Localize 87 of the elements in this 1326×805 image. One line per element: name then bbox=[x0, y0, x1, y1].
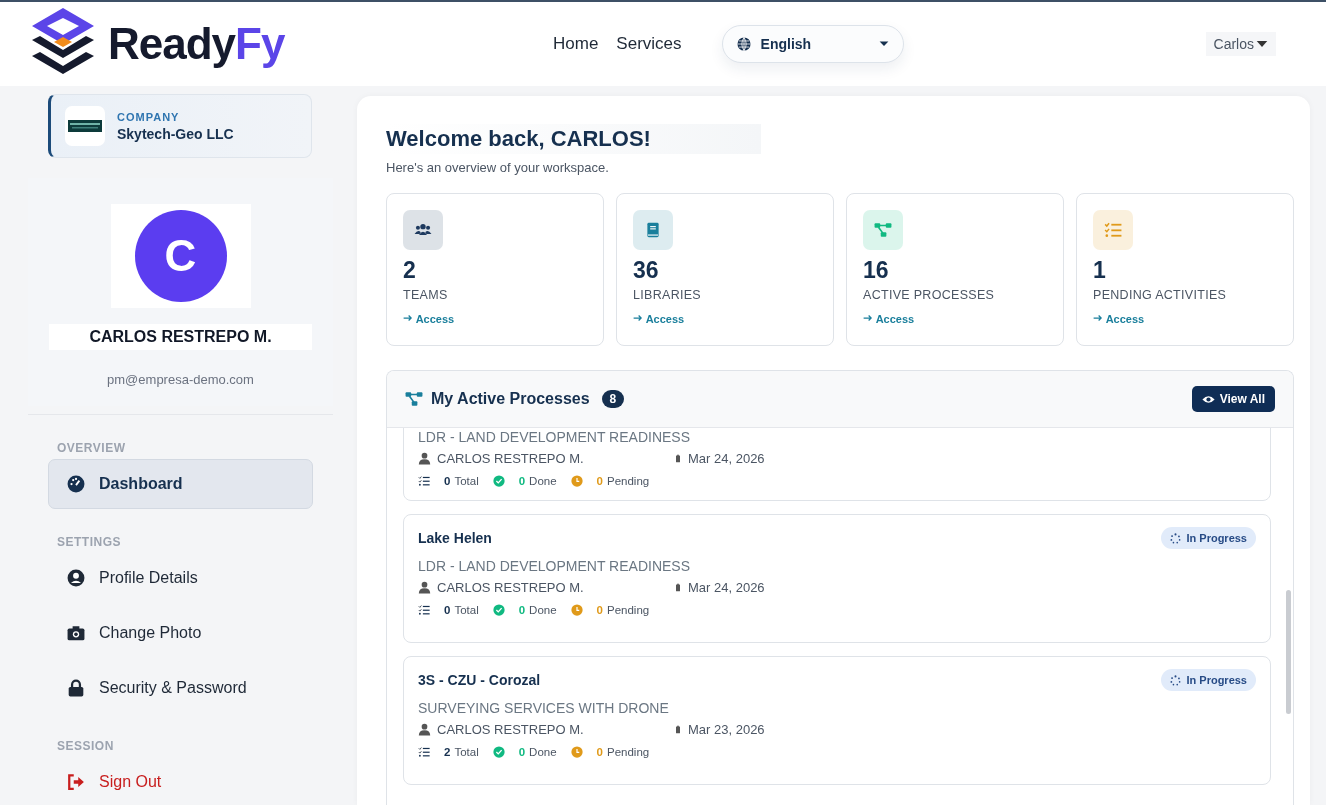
status-badge: In Progress bbox=[1161, 527, 1256, 549]
checklist-icon bbox=[418, 604, 430, 616]
task-count: 0 Pending bbox=[596, 746, 650, 758]
person-icon bbox=[418, 723, 431, 736]
logo-text: ReadyFy bbox=[108, 19, 285, 69]
section-title: My Active Processes bbox=[431, 390, 590, 408]
stat-label: TEAMS bbox=[403, 288, 449, 302]
check-circle-icon bbox=[492, 746, 505, 758]
person-icon bbox=[418, 452, 431, 465]
company-logo bbox=[65, 106, 105, 146]
welcome-subtitle: Here's an overview of your workspace. bbox=[386, 160, 610, 175]
scrollbar-thumb[interactable] bbox=[1286, 590, 1291, 714]
gauge-icon bbox=[67, 475, 85, 493]
process-card[interactable]: LDR - LAND DEVELOPMENT READINESS CARLOS RESTREPO M. Mar 24, 2026 0 Total 0 Done 0 Pending bbox=[403, 428, 1271, 501]
clock-icon bbox=[570, 475, 583, 487]
access-link[interactable]: Access bbox=[403, 313, 455, 325]
process-category: LDR - LAND DEVELOPMENT READINESS bbox=[418, 429, 692, 445]
user-email: pm@empresa-demo.com bbox=[107, 372, 254, 387]
section-title: SETTINGS bbox=[57, 535, 122, 549]
checklist-icon bbox=[418, 475, 430, 487]
owner-name: CARLOS RESTREPO M. bbox=[437, 451, 584, 466]
arrow-icon bbox=[403, 313, 413, 323]
clock-icon bbox=[570, 604, 583, 616]
person-icon bbox=[418, 581, 431, 594]
stat-label: LIBRARIES bbox=[633, 288, 702, 302]
checklist-icon bbox=[418, 746, 430, 758]
company-name: Skytech-Geo LLC bbox=[117, 125, 234, 142]
globe-icon bbox=[736, 37, 751, 51]
sidebar-item[interactable]: Profile Details bbox=[48, 553, 313, 603]
avatar: C bbox=[134, 210, 227, 302]
process-card[interactable]: 3S - CZU - Corozal In Progress SURVEYING SERVICES WITH DRONE CARLOS RESTREPO M. Mar 23, 2026 2 Total 0 Done 0 Pending bbox=[403, 656, 1271, 785]
owner-name: CARLOS RESTREPO M. bbox=[437, 580, 584, 595]
user-icon bbox=[67, 569, 85, 587]
task-count: 0 Done bbox=[518, 746, 557, 758]
clock-icon bbox=[570, 746, 583, 758]
task-count: 0 Done bbox=[518, 604, 557, 616]
check-circle-icon bbox=[492, 604, 505, 616]
owner-name: CARLOS RESTREPO M. bbox=[437, 722, 584, 737]
sidebar-item[interactable]: Change Photo bbox=[48, 608, 313, 658]
status-badge: In Progress bbox=[1161, 669, 1256, 691]
user-menu[interactable]: Carlos bbox=[1205, 32, 1276, 56]
process-card[interactable]: Lake Helen In Progress LDR - LAND DEVELOPMENT READINESS CARLOS RESTREPO M. Mar 24, 2026 0 Total 0 Done 0 Pending bbox=[403, 514, 1271, 643]
user-name: CARLOS RESTREPO M. bbox=[49, 324, 312, 350]
process-name: Lake Helen bbox=[418, 530, 492, 546]
arrow-icon bbox=[633, 313, 643, 323]
process-date: Mar 24, 2026 bbox=[688, 580, 765, 595]
check-circle-icon bbox=[492, 475, 505, 487]
process-date: Mar 23, 2026 bbox=[688, 722, 765, 737]
section-title: OVERVIEW bbox=[57, 441, 127, 455]
camera-icon bbox=[67, 624, 85, 642]
flow-icon bbox=[405, 390, 423, 408]
stat-value: 2 bbox=[403, 257, 417, 284]
section-title: SESSION bbox=[57, 739, 115, 753]
sidebar-item[interactable]: Security & Password bbox=[48, 663, 313, 713]
stat-label: ACTIVE PROCESSES bbox=[863, 288, 996, 302]
task-count: 0 Pending bbox=[596, 475, 650, 487]
sidebar-item[interactable]: Sign Out bbox=[48, 757, 313, 805]
welcome-heading: Welcome back, CARLOS! bbox=[386, 124, 761, 154]
task-count: 0 Done bbox=[518, 475, 557, 487]
process-category: LDR - LAND DEVELOPMENT READINESS bbox=[418, 558, 692, 574]
task-count: 2 Total bbox=[444, 746, 479, 758]
arrow-icon bbox=[1093, 313, 1103, 323]
task-count: 0 Pending bbox=[596, 604, 650, 616]
access-link[interactable]: Access bbox=[863, 313, 915, 325]
nav-link[interactable]: Home bbox=[553, 34, 617, 54]
task-count: 0 Total bbox=[444, 604, 479, 616]
access-link[interactable]: Access bbox=[633, 313, 685, 325]
process-name: 3S - CZU - Corozal bbox=[418, 672, 541, 688]
stat-value: 1 bbox=[1093, 257, 1107, 284]
process-category: SURVEYING SERVICES WITH DRONE bbox=[418, 700, 670, 716]
spinner-icon bbox=[1170, 532, 1182, 544]
stat-value: 36 bbox=[633, 257, 660, 284]
stat-value: 16 bbox=[863, 257, 890, 284]
task-count: 0 Total bbox=[444, 475, 479, 487]
sidebar-item[interactable]: Dashboard bbox=[48, 459, 313, 509]
lock-icon bbox=[67, 679, 85, 697]
arrow-icon bbox=[863, 313, 873, 323]
view-all-button[interactable]: View All bbox=[1191, 386, 1275, 412]
access-link[interactable]: Access bbox=[1093, 313, 1145, 325]
sign-out-icon bbox=[67, 773, 85, 791]
nav-link[interactable]: Services bbox=[616, 34, 700, 54]
language-select[interactable]: English bbox=[721, 25, 904, 63]
company-label: COMPANY bbox=[117, 110, 181, 123]
count-badge: 8 bbox=[601, 390, 625, 408]
spinner-icon bbox=[1170, 674, 1182, 686]
process-date: Mar 24, 2026 bbox=[688, 451, 765, 466]
stat-label: PENDING ACTIVITIES bbox=[1093, 288, 1228, 302]
